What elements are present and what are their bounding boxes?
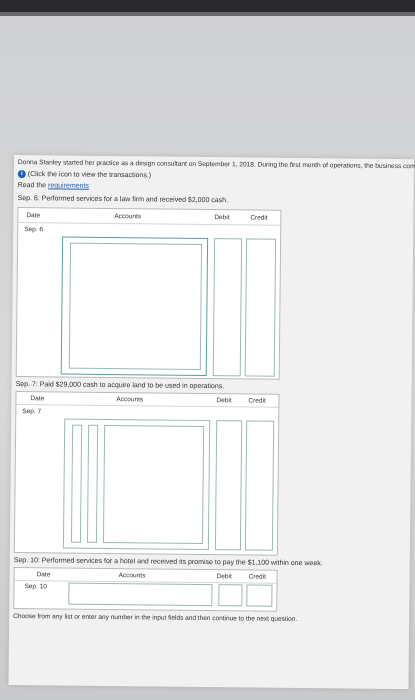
sep6-header-divider	[18, 222, 281, 226]
sep6-title: Sep. 6: Performed services for a law fir…	[17, 195, 229, 205]
sep7-header-date: Date	[30, 395, 45, 403]
sep6-header-accounts: Accounts	[114, 213, 142, 221]
requirements-link[interactable]: requirements	[48, 182, 89, 189]
sep6-account-input-2[interactable]	[68, 242, 203, 370]
requirements-line: Read the requirements	[18, 182, 89, 190]
sep7-title: Sep. 7: Paid $29,000 cash to acquire lan…	[15, 381, 225, 391]
sep6-header-credit: Credit	[250, 214, 268, 222]
sep6-header-debit: Debit	[214, 214, 230, 222]
sep7-header-debit: Debit	[216, 397, 232, 405]
sep6-debit-input[interactable]	[212, 238, 243, 377]
sep10-title: Sep. 10: Performed services for a hotel …	[13, 557, 323, 568]
photo-frame: Donna Stanley started her practice as a …	[0, 0, 415, 700]
click-icon-text: (Click the icon to view the transactions…	[27, 170, 152, 180]
requirements-prefix: Read the	[17, 182, 47, 190]
footer-instructions: Choose from any list or enter any number…	[13, 613, 298, 623]
sep7-account-input-3[interactable]	[86, 424, 99, 543]
sep10-credit-input[interactable]	[246, 584, 273, 607]
sep7-header-credit: Credit	[248, 397, 266, 405]
sep10-header-date: Date	[36, 571, 51, 579]
sep10-header-accounts: Accounts	[118, 572, 146, 580]
sep10-account-input[interactable]	[68, 582, 213, 607]
sep10-journal-table: Date Accounts Debit Credit Sep. 10	[13, 567, 278, 612]
info-icon[interactable]: i	[17, 170, 26, 179]
sep7-header-divider	[16, 404, 279, 408]
sep7-header-accounts: Accounts	[116, 396, 144, 404]
sep7-journal-table: Date Accounts Debit Credit Sep. 7	[13, 391, 280, 556]
monitor-bezel	[0, 0, 415, 12]
sep7-account-input-4[interactable]	[102, 424, 205, 544]
sep6-row-label: Sep. 6	[24, 226, 44, 234]
sep6-journal-table: Date Accounts Debit Credit Sep. 6	[15, 207, 282, 380]
sep10-header-debit: Debit	[216, 573, 232, 581]
browser-edge	[0, 12, 415, 16]
sep10-row-label: Sep. 10	[24, 583, 47, 591]
sep10-debit-input[interactable]	[218, 584, 243, 607]
transactions-hint[interactable]: i (Click the icon to view the transaction…	[17, 170, 152, 180]
question-panel: Donna Stanley started her practice as a …	[8, 155, 415, 690]
sep7-row-label: Sep. 7	[22, 408, 42, 416]
sep7-debit-input[interactable]	[214, 420, 243, 551]
sep6-credit-input[interactable]	[244, 238, 277, 377]
sep6-header-date: Date	[26, 212, 41, 220]
sep7-credit-input[interactable]	[244, 420, 275, 551]
sep10-header-credit: Credit	[248, 573, 266, 581]
intro-text: Donna Stanley started her practice as a …	[17, 159, 415, 171]
sep7-account-input-2[interactable]	[70, 424, 83, 543]
